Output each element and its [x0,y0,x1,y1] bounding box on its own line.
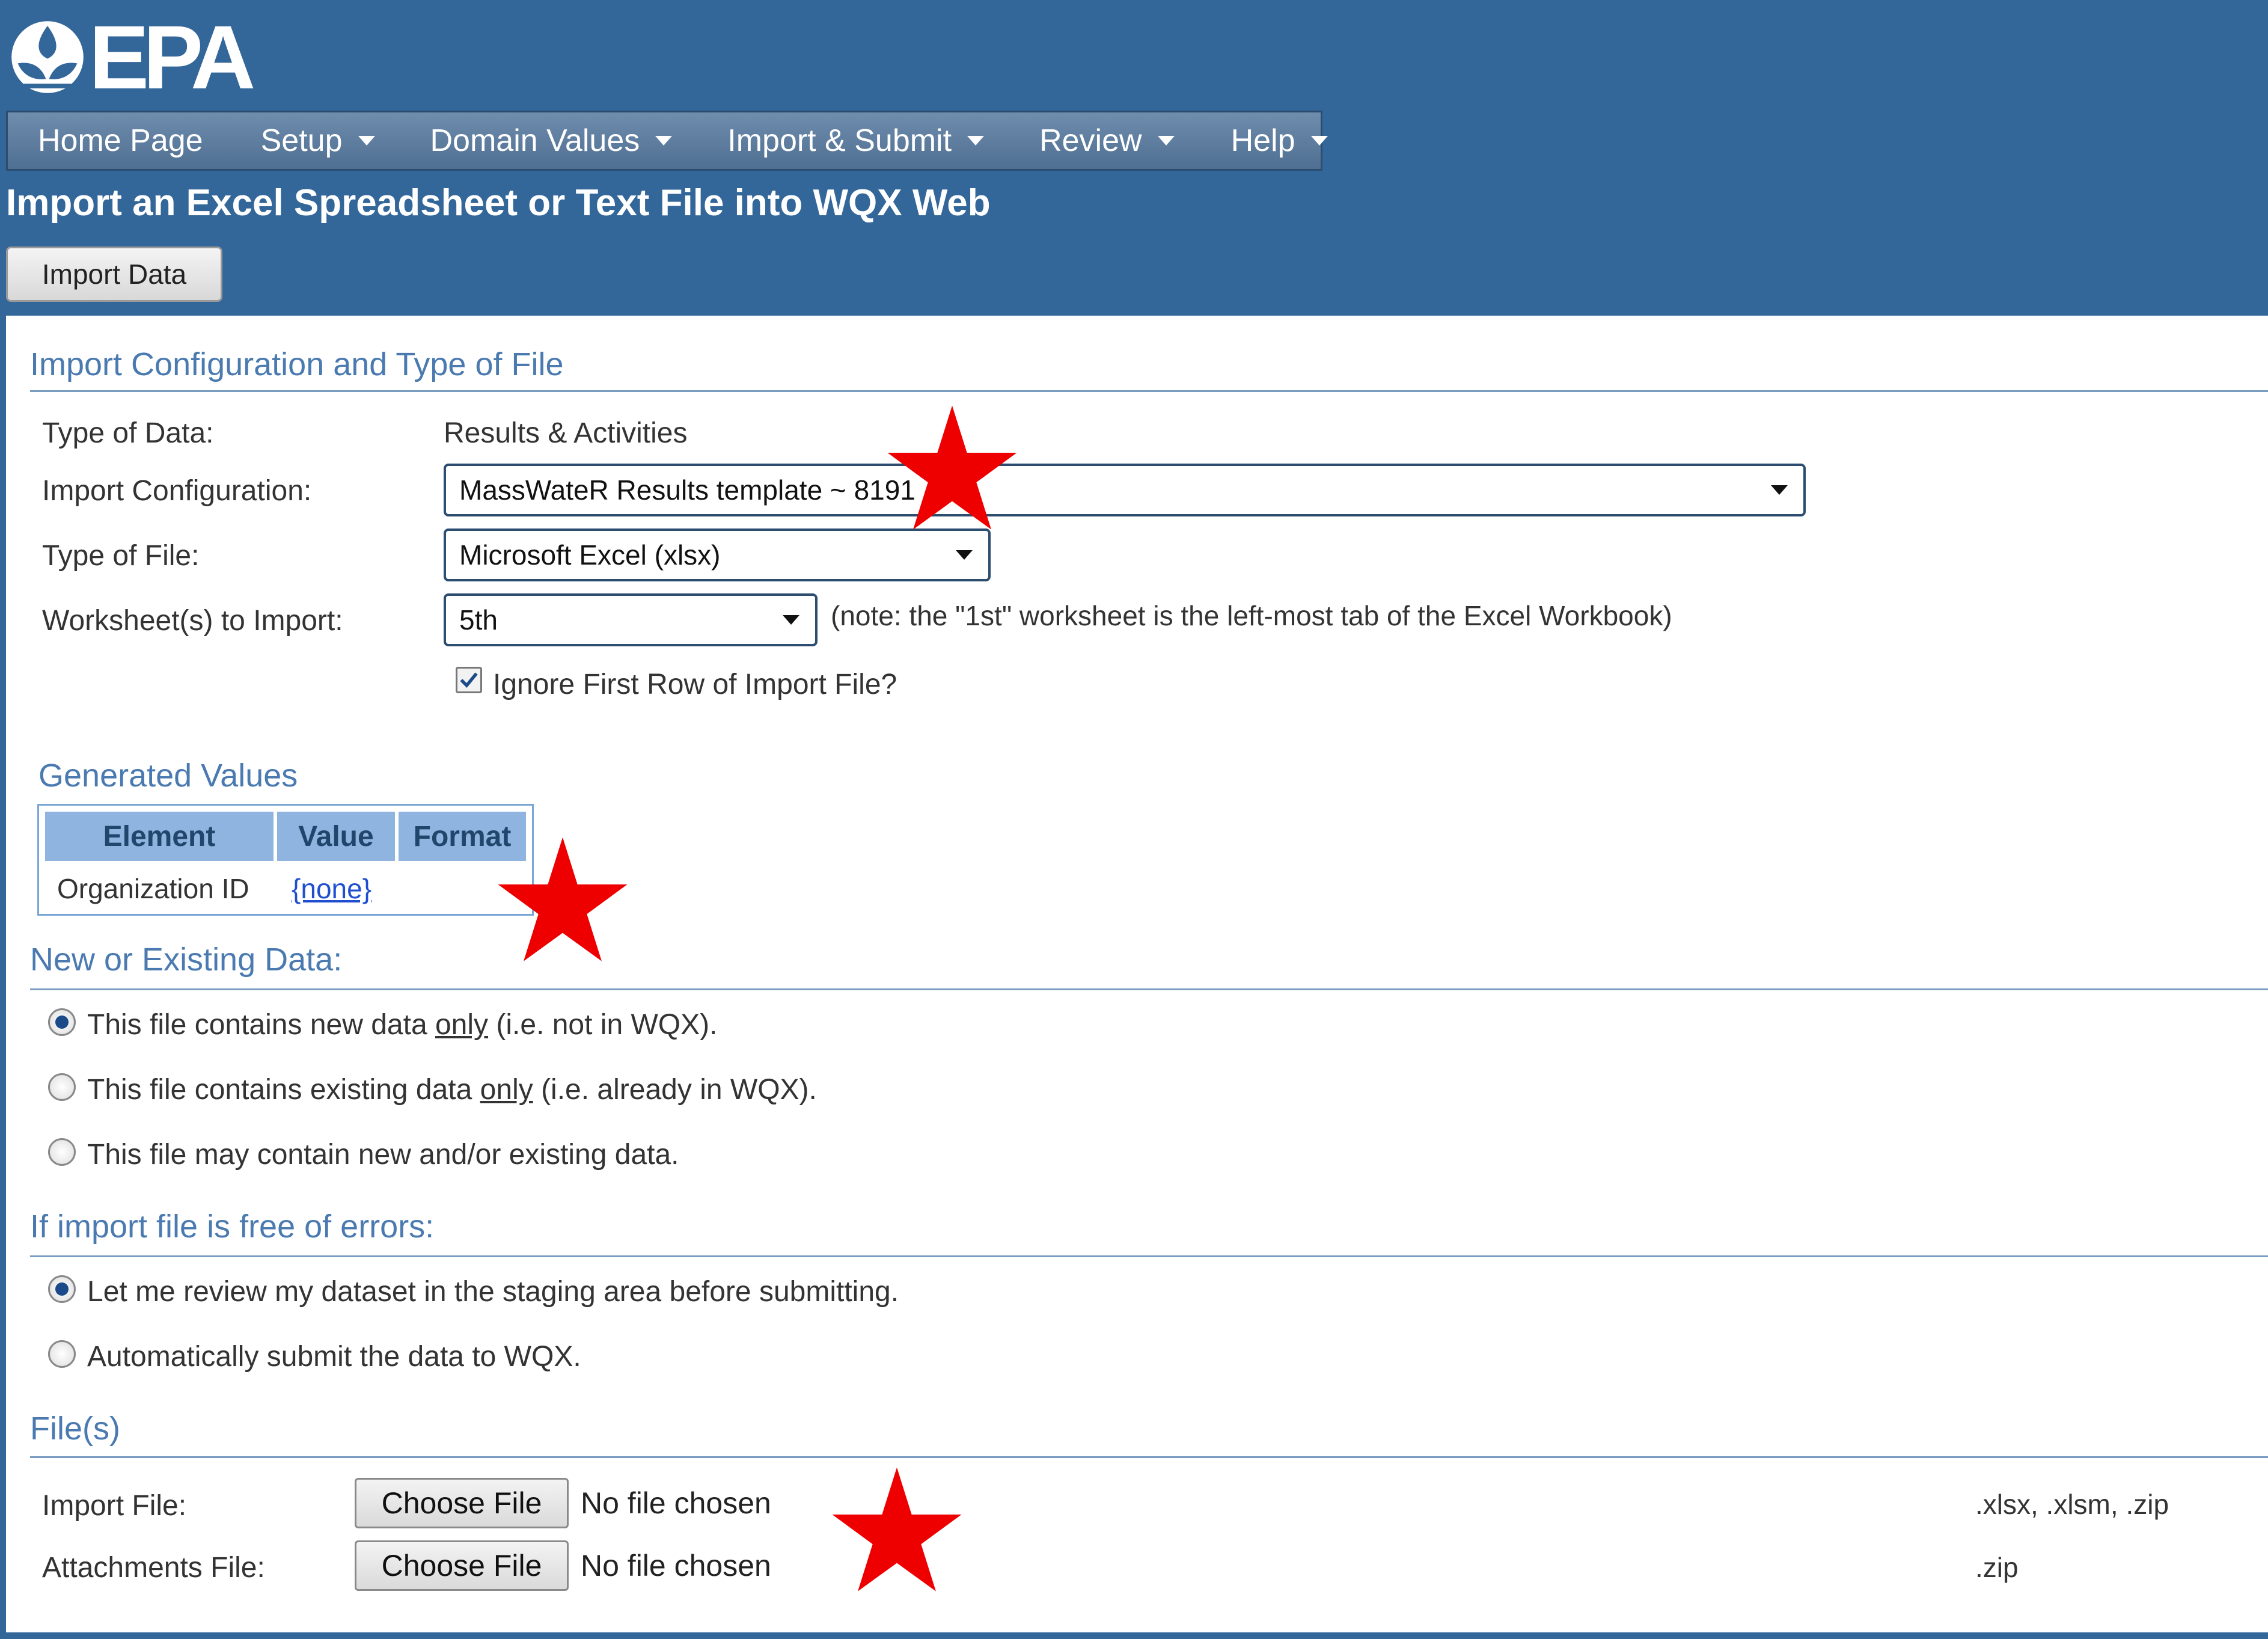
epa-logo: EPA [8,7,255,108]
dropdown-arrow-icon [956,550,973,560]
caret-down-icon [1310,136,1328,146]
radio-review-staging-label: Let me review my dataset in the staging … [87,1276,899,1308]
content-panel: Import Configuration and Type of File Ty… [6,316,2268,1632]
import-data-button[interactable]: Import Data [6,247,222,302]
row-element-organization-id: Organization ID [57,873,249,904]
attachments-file-choose-button[interactable]: Choose File [355,1540,569,1591]
column-header-value: Value [277,812,395,861]
worksheet-note: (note: the "1st" worksheet is the left-m… [831,600,1672,631]
radio-new-data-only-label: This file contains new data only (i.e. n… [87,1009,718,1041]
nav-label: Setup [260,123,343,158]
nav-review[interactable]: Review [1039,112,1175,169]
section-divider [30,1456,2268,1458]
section-title-import-config: Import Configuration and Type of File [30,346,564,382]
generated-values-table: Element Value Format Organization ID {no… [37,804,534,916]
radio-existing-data-only[interactable] [48,1073,76,1101]
radio-new-or-existing-label: This file may contain new and/or existin… [87,1139,679,1171]
caret-down-icon [1157,136,1175,146]
type-of-data-value: Results & Activities [444,417,688,449]
type-of-data-label: Type of Data: [42,417,214,449]
worksheet-label: Worksheet(s) to Import: [42,605,343,637]
new-existing-title: New or Existing Data: [30,942,343,978]
star-annotation-icon [498,837,628,961]
nav-setup[interactable]: Setup [261,112,375,169]
nav-home-page[interactable]: Home Page [38,112,203,169]
checkmark-icon [460,672,478,688]
organization-id-value-link[interactable]: {none} [292,865,371,913]
import-file-status: No file chosen [581,1486,771,1520]
epa-logo-text: EPA [89,7,255,108]
epa-flower-icon [11,21,84,93]
file-type-label: Type of File: [42,540,200,572]
star-annotation-icon [887,405,1017,530]
nav-label: Home Page [38,123,203,158]
nav-label: Help [1230,123,1295,158]
nav-import-submit[interactable]: Import & Submit [727,112,985,169]
dropdown-arrow-icon [783,615,799,625]
nav-label: Review [1039,123,1142,158]
ignore-first-row-checkbox[interactable] [456,667,482,693]
worksheet-value: 5th [459,604,498,636]
import-config-select[interactable]: MassWateR Results template ~ 8191 [444,464,1806,516]
file-type-value: Microsoft Excel (xlsx) [459,539,721,571]
import-file-extensions: .xlsx, .xlsm, .zip [1975,1489,2169,1520]
nav-domain-values[interactable]: Domain Values [430,112,673,169]
caret-down-icon [655,136,673,146]
errors-free-title: If import file is free of errors: [30,1209,435,1245]
page-title: Import an Excel Spreadsheet or Text File… [6,182,991,224]
radio-new-or-existing[interactable] [48,1138,76,1166]
radio-auto-submit[interactable] [48,1340,76,1368]
nav-label: Domain Values [430,123,640,158]
import-file-choose-button[interactable]: Choose File [355,1478,569,1528]
import-config-value: MassWateR Results template ~ 8191 [459,474,915,506]
files-title: File(s) [30,1411,120,1447]
section-divider [30,390,2268,392]
radio-new-data-only[interactable] [48,1008,76,1036]
import-config-label: Import Configuration: [42,475,312,507]
caret-down-icon [967,136,985,146]
import-file-label: Import File: [42,1490,187,1522]
star-annotation-icon [832,1467,962,1592]
ignore-first-row-label: Ignore First Row of Import File? [493,669,897,700]
organization-id-value: {none} [292,873,372,904]
nav-label: Import & Submit [727,123,952,158]
caret-down-icon [358,136,375,146]
radio-review-staging[interactable] [48,1275,76,1303]
column-header-element: Element [45,812,274,861]
radio-auto-submit-label: Automatically submit the data to WQX. [87,1341,581,1373]
nav-help[interactable]: Help [1231,112,1328,169]
section-divider [30,988,2268,990]
worksheet-select[interactable]: 5th [444,593,818,646]
file-type-select[interactable]: Microsoft Excel (xlsx) [444,528,991,581]
generated-values-title: Generated Values [38,758,298,794]
main-nav: Home Page Setup Domain Values Import & S… [6,111,1328,171]
section-divider [30,1255,2268,1257]
attachments-file-extensions: .zip [1975,1552,2019,1583]
attachments-file-label: Attachments File: [42,1552,265,1584]
attachments-file-status: No file chosen [581,1549,771,1582]
dropdown-arrow-icon [1771,485,1788,495]
page: EPA Home Page Setup Domain Values Import… [0,0,2268,1639]
radio-existing-data-only-label: This file contains existing data only (i… [87,1074,817,1106]
